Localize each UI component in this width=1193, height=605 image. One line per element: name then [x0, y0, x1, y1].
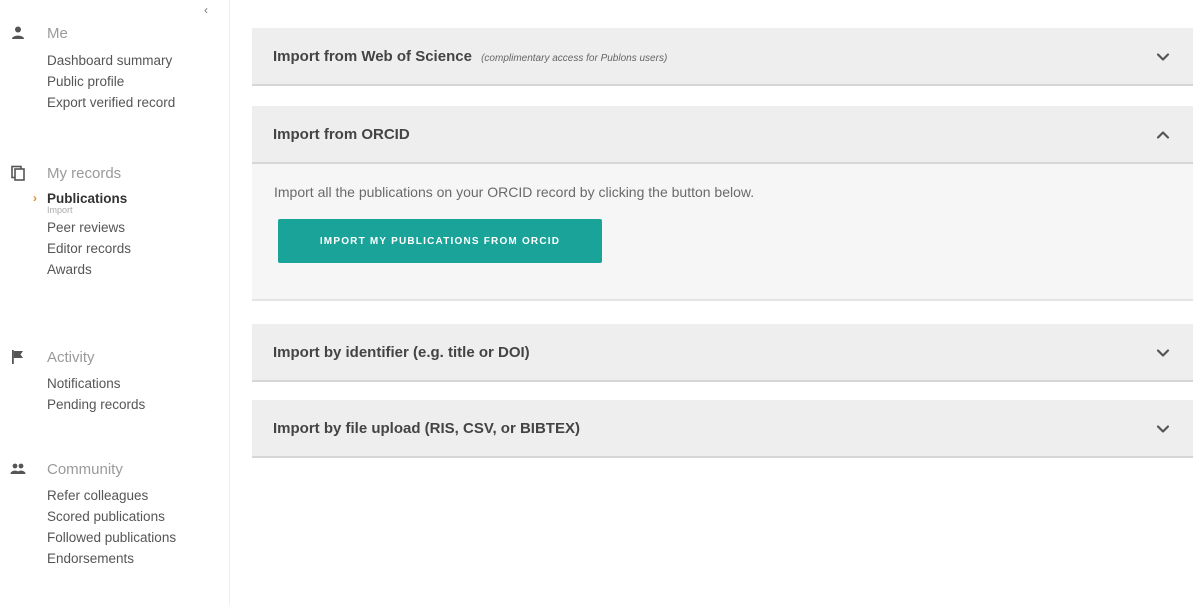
- panel-header-web-of-science[interactable]: Import from Web of Science (complimentar…: [252, 28, 1193, 86]
- import-from-orcid-button[interactable]: IMPORT MY PUBLICATIONS FROM ORCID: [278, 219, 602, 263]
- panel-title-text: Import from Web of Science: [273, 48, 472, 65]
- sidebar-group-header: Activity: [0, 348, 228, 368]
- sidebar-item-scored-publications[interactable]: Scored publications: [47, 506, 228, 527]
- records-icon: [10, 165, 26, 181]
- chevron-up-icon[interactable]: [1155, 127, 1171, 143]
- sidebar-item-awards[interactable]: Awards: [47, 259, 228, 280]
- panel-note: (complimentary access for Publons users): [481, 53, 668, 64]
- sidebar: ‹ Me Dashboard summary Public profile Ex…: [0, 0, 230, 605]
- sidebar-item-public-profile[interactable]: Public profile: [47, 71, 228, 92]
- sidebar-item-export-verified-record[interactable]: Export verified record: [47, 92, 228, 113]
- sidebar-item-editor-records[interactable]: Editor records: [47, 238, 228, 259]
- panel-title-text: Import from ORCID: [273, 126, 410, 143]
- active-chevron-icon: ›: [33, 191, 37, 205]
- chevron-down-icon[interactable]: [1155, 49, 1171, 65]
- sidebar-group-label: Activity: [47, 349, 95, 366]
- sidebar-item-dashboard-summary[interactable]: Dashboard summary: [47, 50, 228, 71]
- panel-header-orcid[interactable]: Import from ORCID: [252, 106, 1193, 164]
- sidebar-item-notifications[interactable]: Notifications: [47, 373, 228, 394]
- panel-header-by-identifier[interactable]: Import by identifier (e.g. title or DOI): [252, 324, 1193, 382]
- sidebar-group-activity: Activity Notifications Pending records: [0, 348, 228, 415]
- panel-title-text: Import by identifier (e.g. title or DOI): [273, 344, 530, 361]
- sidebar-item-pending-records[interactable]: Pending records: [47, 394, 228, 415]
- sidebar-group-header: My records: [0, 164, 228, 184]
- panel-by-identifier: Import by identifier (e.g. title or DOI): [252, 324, 1193, 382]
- chevron-down-icon[interactable]: [1155, 421, 1171, 437]
- sidebar-group-my-records: My records › Publications Import Peer re…: [0, 164, 228, 280]
- sidebar-item-endorsements[interactable]: Endorsements: [47, 548, 228, 569]
- sidebar-group-header: Community: [0, 460, 228, 480]
- person-icon: [10, 25, 26, 41]
- sidebar-group-community: Community Refer colleagues Scored public…: [0, 460, 228, 569]
- panel-title: Import from Web of Science (complimentar…: [273, 48, 667, 65]
- page: ‹ Me Dashboard summary Public profile Ex…: [0, 0, 1193, 605]
- sidebar-group-header: Me: [0, 24, 228, 44]
- panel-file-upload: Import by file upload (RIS, CSV, or BIBT…: [252, 400, 1193, 458]
- sidebar-item-label: Publications: [47, 191, 128, 206]
- sidebar-item-followed-publications[interactable]: Followed publications: [47, 527, 228, 548]
- flag-icon: [10, 349, 26, 365]
- sidebar-item-publications[interactable]: › Publications: [33, 188, 228, 209]
- sidebar-item-refer-colleagues[interactable]: Refer colleagues: [47, 485, 228, 506]
- panel-orcid: Import from ORCID Import all the publica…: [252, 106, 1193, 301]
- panel-header-file-upload[interactable]: Import by file upload (RIS, CSV, or BIBT…: [252, 400, 1193, 458]
- sidebar-group-me: Me Dashboard summary Public profile Expo…: [0, 24, 228, 113]
- sidebar-group-label: Me: [47, 25, 68, 42]
- panel-web-of-science: Import from Web of Science (complimentar…: [252, 28, 1193, 86]
- sidebar-group-label: Community: [47, 461, 123, 478]
- chevron-down-icon[interactable]: [1155, 345, 1171, 361]
- panel-description: Import all the publications on your ORCI…: [274, 184, 755, 200]
- sidebar-collapse-toggle[interactable]: ‹: [204, 4, 208, 16]
- sidebar-item-peer-reviews[interactable]: Peer reviews: [47, 217, 228, 238]
- people-icon: [10, 461, 26, 477]
- sidebar-group-label: My records: [47, 165, 122, 182]
- panel-body-orcid: Import all the publications on your ORCI…: [252, 164, 1193, 301]
- panel-title-text: Import by file upload (RIS, CSV, or BIBT…: [273, 420, 580, 437]
